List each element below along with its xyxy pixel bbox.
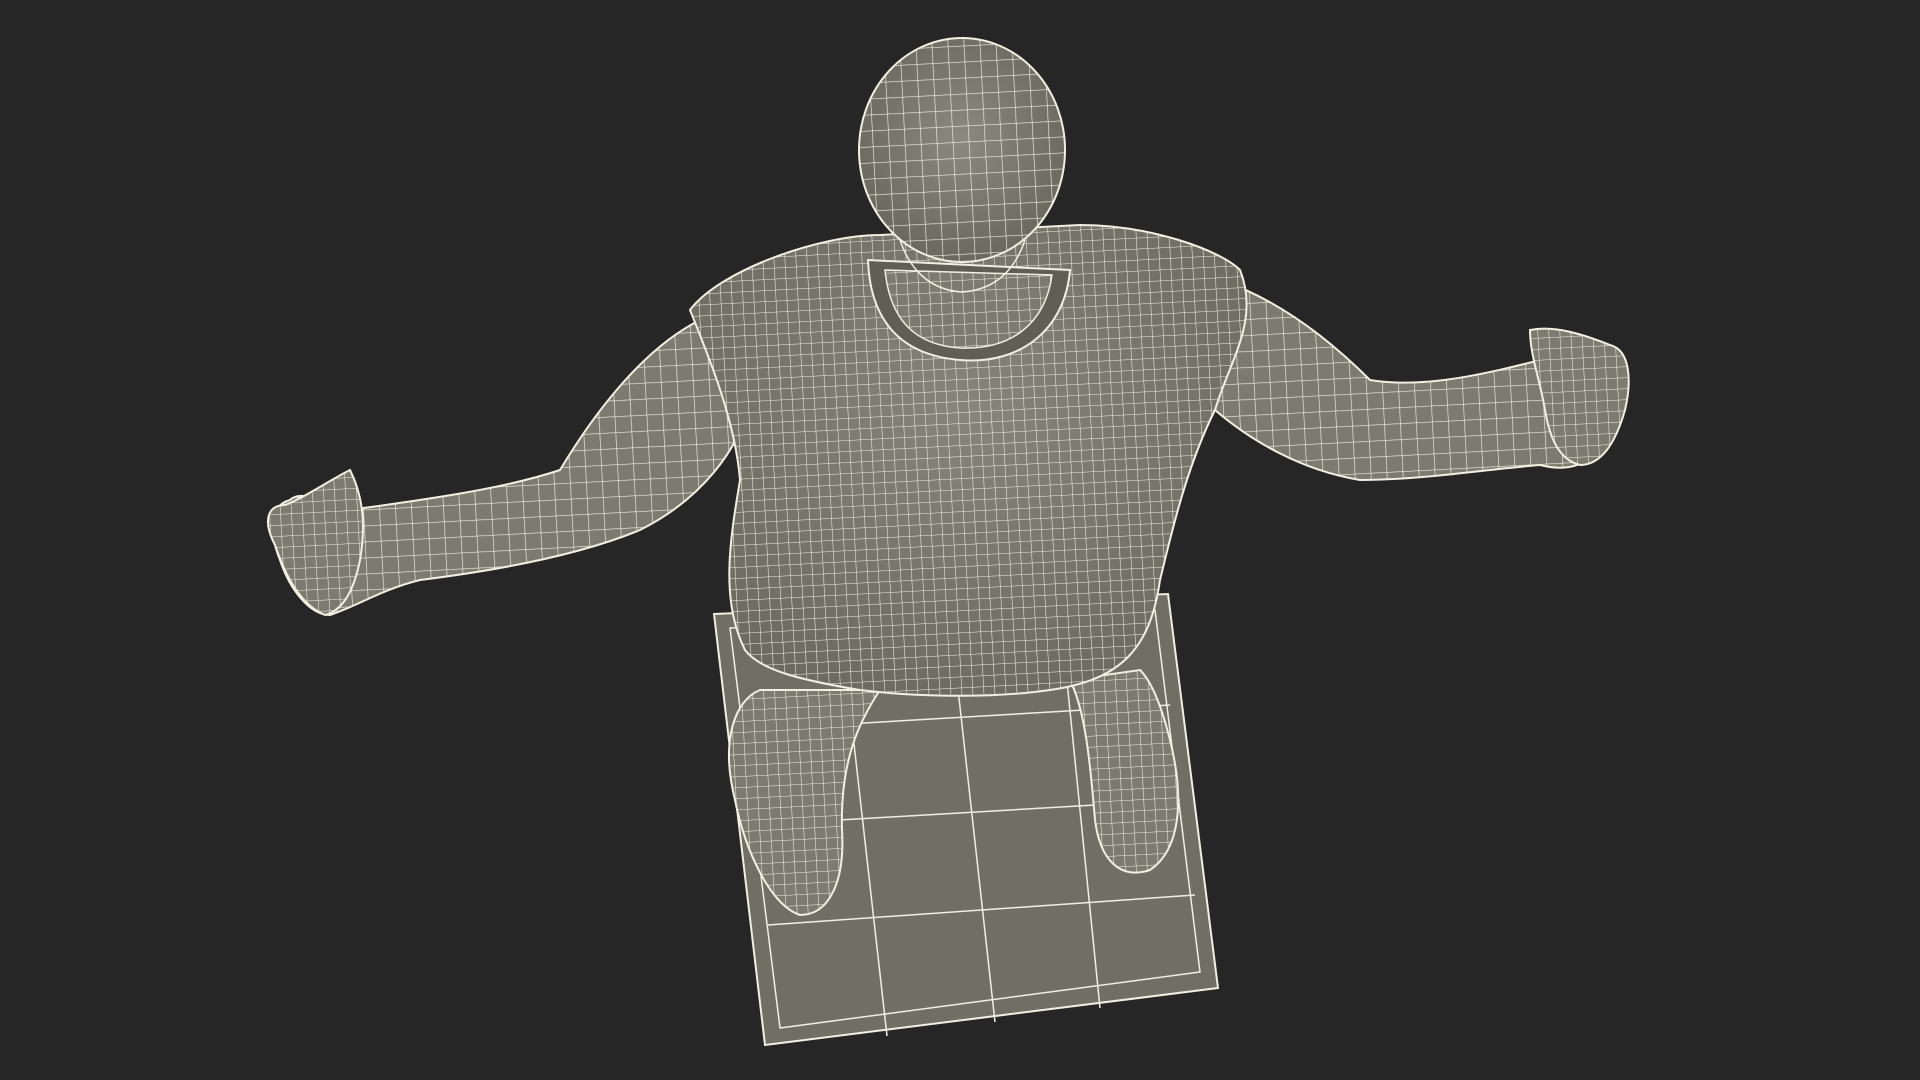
- render-viewport: [0, 0, 1920, 1080]
- left-hand: [266, 468, 364, 617]
- wireframe-scene: [266, 37, 1630, 1047]
